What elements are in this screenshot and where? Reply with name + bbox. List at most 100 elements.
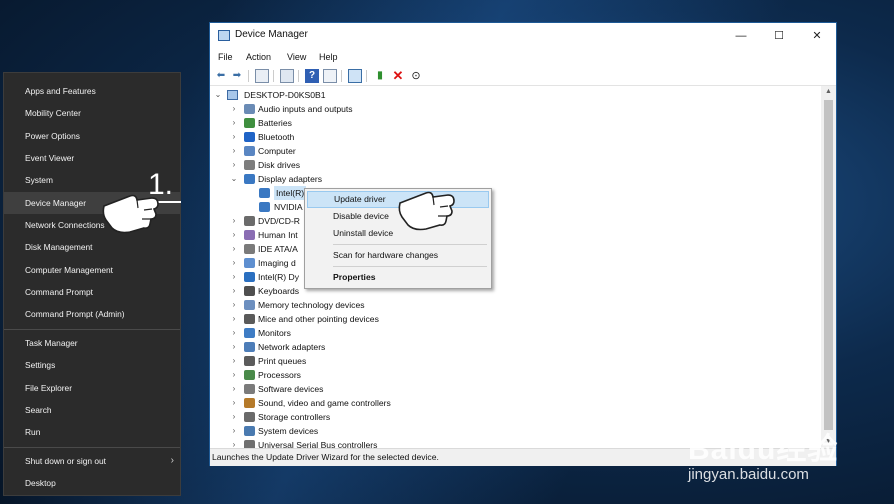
collapse-icon[interactable]: ⌄ xyxy=(214,88,222,102)
pointing-hand-icon xyxy=(398,191,455,231)
expand-icon[interactable]: › xyxy=(230,326,238,340)
tree-item-label: Intel(R) Dy xyxy=(258,272,300,282)
menu-item-event-viewer[interactable]: Event Viewer xyxy=(4,147,180,169)
menu-item-computer-management[interactable]: Computer Management xyxy=(4,259,180,281)
menu-item-power-options[interactable]: Power Options xyxy=(4,125,180,147)
expand-icon[interactable]: › xyxy=(230,438,238,448)
forward-arrow-icon[interactable]: ➡ xyxy=(230,69,244,83)
toolbar-separator xyxy=(248,70,249,82)
expand-icon[interactable]: › xyxy=(230,242,238,256)
expand-icon[interactable]: › xyxy=(230,144,238,158)
watermark-logo: Baidu经验 xyxy=(688,433,839,466)
menu-file[interactable]: File xyxy=(218,52,233,62)
expand-icon[interactable]: › xyxy=(230,424,238,438)
menu-item-file-explorer[interactable]: File Explorer xyxy=(4,377,180,399)
device-category-icon xyxy=(244,132,255,142)
computer-icon xyxy=(227,90,238,100)
expand-icon[interactable]: › xyxy=(230,284,238,298)
device-category-icon xyxy=(244,258,255,268)
vertical-scrollbar[interactable]: ▲ ▼ xyxy=(821,86,836,448)
device-category-icon xyxy=(244,118,255,128)
expand-icon[interactable]: › xyxy=(230,158,238,172)
uninstall-icon[interactable]: ✕ xyxy=(391,69,405,83)
menu-item-command-prompt-admin[interactable]: Command Prompt (Admin) xyxy=(4,303,180,325)
menu-item-mobility-center[interactable]: Mobility Center xyxy=(4,102,180,124)
device-category-icon xyxy=(244,174,255,184)
tree-item-label: Human Int xyxy=(258,230,298,240)
menu-item-task-manager[interactable]: Task Manager xyxy=(4,332,180,354)
menu-item-shut-down[interactable]: Shut down or sign out › xyxy=(4,450,180,472)
watermark-url: jingyan.baidu.com xyxy=(688,466,809,483)
menu-item-label: Shut down or sign out xyxy=(25,456,107,466)
expand-icon[interactable]: › xyxy=(230,312,238,326)
toolbar: ⬅ ➡ ? ▮ ✕ ⊙ xyxy=(210,67,836,86)
device-category-icon xyxy=(244,216,255,226)
tree-item-label: Imaging d xyxy=(258,258,296,268)
tree-item-label: Sound, video and game controllers xyxy=(258,398,391,408)
toolbar-separator xyxy=(341,70,342,82)
context-separator xyxy=(333,244,487,245)
help-icon[interactable]: ? xyxy=(305,69,319,83)
expand-icon[interactable]: › xyxy=(230,116,238,130)
expand-icon[interactable]: › xyxy=(230,354,238,368)
menu-item-desktop[interactable]: Desktop xyxy=(4,472,180,494)
device-category-icon xyxy=(244,230,255,240)
device-category-icon xyxy=(244,356,255,366)
expand-icon[interactable]: › xyxy=(230,382,238,396)
expand-icon[interactable]: › xyxy=(230,102,238,116)
context-scan-hardware[interactable]: Scan for hardware changes xyxy=(307,247,489,264)
title-bar[interactable]: Device Manager — ☐ ✕ xyxy=(210,23,836,49)
tree-item-label: Monitors xyxy=(258,328,291,338)
scan-monitor-icon[interactable] xyxy=(348,69,362,83)
device-manager-icon xyxy=(218,30,230,41)
expand-icon[interactable]: › xyxy=(230,256,238,270)
update-driver-icon[interactable]: ▮ xyxy=(373,69,387,83)
menu-item-apps-and-features[interactable]: Apps and Features xyxy=(4,80,180,102)
menu-view[interactable]: View xyxy=(287,52,306,62)
expand-icon[interactable]: › xyxy=(230,298,238,312)
device-category-icon xyxy=(244,146,255,156)
step-2-label: 2. xyxy=(444,151,470,184)
menu-item-command-prompt[interactable]: Command Prompt xyxy=(4,281,180,303)
expand-icon[interactable]: › xyxy=(230,340,238,354)
action-pane-icon[interactable] xyxy=(323,69,337,83)
expand-icon[interactable]: › xyxy=(230,228,238,242)
minimize-button[interactable]: — xyxy=(722,23,760,49)
device-category-icon xyxy=(244,342,255,352)
maximize-button[interactable]: ☐ xyxy=(760,23,798,49)
device-category-icon xyxy=(244,314,255,324)
tree-item-label: NVIDIA xyxy=(274,202,303,212)
expand-icon[interactable]: › xyxy=(230,368,238,382)
show-hide-tree-icon[interactable] xyxy=(255,69,269,83)
menu-item-settings[interactable]: Settings xyxy=(4,354,180,376)
menu-item-run[interactable]: Run xyxy=(4,421,180,443)
device-category-icon xyxy=(244,440,255,448)
tree-item-label: System devices xyxy=(258,426,319,436)
menu-item-search[interactable]: Search xyxy=(4,399,180,421)
tree-item-label: DVD/CD-R xyxy=(258,216,301,226)
menu-item-disk-management[interactable]: Disk Management xyxy=(4,236,180,258)
back-arrow-icon[interactable]: ⬅ xyxy=(214,69,228,83)
menu-separator xyxy=(4,329,180,330)
expand-icon[interactable]: › xyxy=(230,130,238,144)
menu-action[interactable]: Action xyxy=(246,52,271,62)
context-properties[interactable]: Properties xyxy=(307,269,489,286)
expand-icon[interactable]: › xyxy=(230,214,238,228)
tree-root-label: DESKTOP-D0KS0B1 xyxy=(244,90,326,100)
expand-icon[interactable]: › xyxy=(230,396,238,410)
expand-icon[interactable]: › xyxy=(230,410,238,424)
expand-icon[interactable]: › xyxy=(230,270,238,284)
scroll-up-icon[interactable]: ▲ xyxy=(821,86,836,98)
close-button[interactable]: ✕ xyxy=(798,23,836,49)
tree-item-label: Computer xyxy=(258,146,296,156)
context-separator xyxy=(333,266,487,267)
menu-help[interactable]: Help xyxy=(319,52,338,62)
scrollbar-thumb[interactable] xyxy=(824,100,833,430)
tree-item-label: Batteries xyxy=(258,118,292,128)
properties-icon[interactable] xyxy=(280,69,294,83)
collapse-icon[interactable]: ⌄ xyxy=(230,172,238,186)
chevron-right-icon: › xyxy=(170,455,174,466)
disable-device-icon[interactable]: ⊙ xyxy=(409,69,423,83)
device-category-icon xyxy=(244,426,255,436)
toolbar-separator xyxy=(298,70,299,82)
